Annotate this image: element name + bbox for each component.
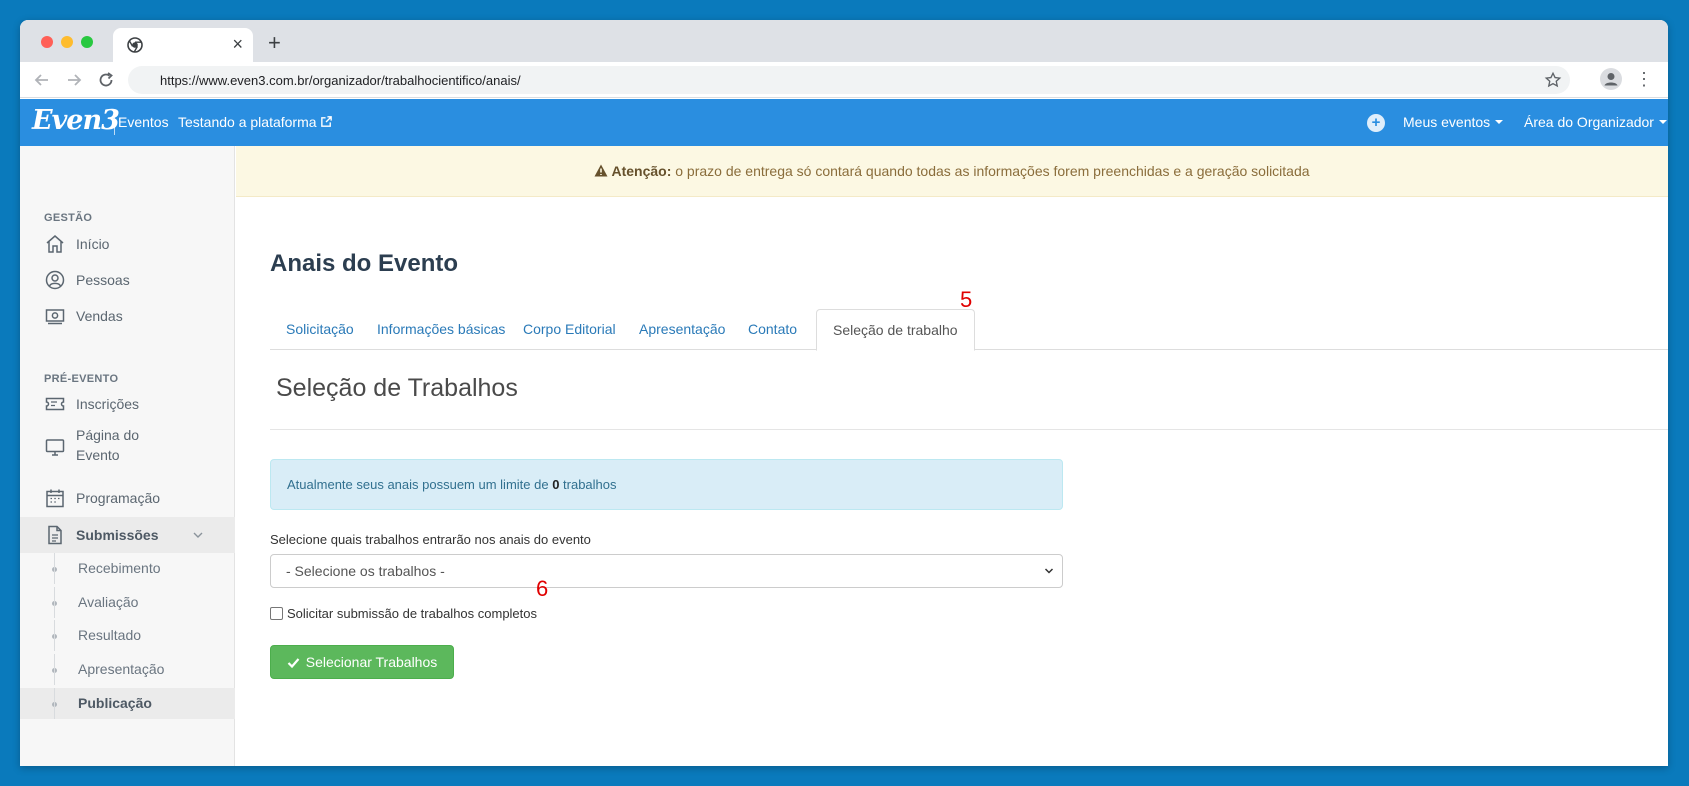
caret-down-icon	[1658, 120, 1667, 124]
main-content: Atenção: o prazo de entrega só contará q…	[236, 146, 1668, 766]
external-link-icon	[320, 116, 332, 127]
chevron-down-icon	[193, 532, 203, 538]
back-arrow-icon[interactable]	[32, 70, 52, 90]
app-header: Even3 Eventos Testando a plataforma + Me…	[20, 99, 1668, 146]
label-line-2: Evento	[76, 447, 120, 463]
reload-icon[interactable]	[96, 70, 116, 90]
test-platform-label: Testando a plataforma	[178, 114, 317, 130]
annotation-marker-6: 6	[536, 576, 549, 601]
close-window-button[interactable]	[41, 36, 53, 48]
sidebar-item-label: Vendas	[76, 308, 123, 324]
home-icon	[46, 235, 64, 253]
select-works-button[interactable]: Selecionar Trabalhos	[270, 645, 454, 679]
sidebar-item-label: Programação	[76, 490, 161, 506]
info-alert: Atualmente seus anais possuem um limite …	[270, 459, 1063, 510]
alert-text: o prazo de entrega só contará quando tod…	[671, 163, 1310, 179]
sidebar-item-label: Inscrições	[76, 396, 140, 412]
minimize-window-button[interactable]	[61, 36, 73, 48]
sidebar-subitem-apresentacao[interactable]: Apresentação	[20, 654, 235, 685]
sidebar-item-label: Início	[76, 236, 110, 252]
sidebar-item-vendas[interactable]: Vendas	[20, 298, 235, 334]
logo-separator	[114, 110, 115, 135]
sidebar: GESTÃO Início Pessoas Vendas PRÉ-EVENTO …	[20, 146, 235, 766]
warning-alert: Atenção: o prazo de entrega só contará q…	[236, 146, 1668, 197]
section-divider	[270, 429, 1668, 430]
address-bar[interactable]: https://www.even3.com.br/organizador/tra…	[128, 66, 1570, 94]
info-suffix: trabalhos	[559, 477, 617, 492]
browser-menu-icon[interactable]: ⋮	[1634, 69, 1654, 91]
tab-corpo-editorial[interactable]: Corpo Editorial	[507, 309, 632, 350]
alert-strong: Atenção:	[611, 163, 672, 179]
document-icon	[48, 525, 62, 545]
tab-apresentacao[interactable]: Apresentação	[623, 309, 741, 350]
even3-logo[interactable]: Even3	[32, 105, 120, 136]
select-works-dropdown[interactable]: - Selecione os trabalhos -	[270, 554, 1063, 588]
sidebar-item-pessoas[interactable]: Pessoas	[20, 262, 235, 298]
sidebar-subitem-publicacao[interactable]: Publicação	[20, 688, 235, 719]
forward-arrow-icon[interactable]	[64, 70, 84, 90]
calendar-icon	[46, 489, 64, 508]
chevron-down-icon	[1044, 568, 1054, 574]
chrome-icon	[127, 37, 143, 53]
url-text: https://www.even3.com.br/organizador/tra…	[160, 73, 521, 88]
money-icon	[45, 309, 65, 325]
maximize-window-button[interactable]	[81, 36, 93, 48]
organizer-area-dropdown[interactable]: Área do Organizador	[1524, 114, 1667, 130]
warning-icon	[594, 164, 608, 177]
new-tab-icon[interactable]: +	[268, 32, 281, 54]
sidebar-section-gestao: GESTÃO	[44, 212, 93, 224]
organizer-area-label: Área do Organizador	[1524, 114, 1654, 130]
browser-tabstrip: × +	[20, 20, 1668, 62]
sidebar-item-label: Pessoas	[76, 272, 130, 288]
sidebar-item-pagina-evento[interactable]: Página do Evento	[20, 425, 235, 469]
browser-tab[interactable]: ×	[113, 28, 253, 62]
user-circle-icon	[45, 270, 65, 290]
tab-informacoes-basicas[interactable]: Informações básicas	[361, 309, 521, 350]
complete-works-checkbox[interactable]	[270, 607, 283, 620]
section-title: Seleção de Trabalhos	[276, 374, 518, 402]
sidebar-item-inicio[interactable]: Início	[20, 226, 235, 262]
sidebar-item-inscricoes[interactable]: Inscrições	[20, 386, 235, 422]
sidebar-item-label: Submissões	[76, 527, 159, 543]
sidebar-item-submissoes[interactable]: Submissões	[20, 517, 235, 553]
browser-toolbar: https://www.even3.com.br/organizador/tra…	[20, 62, 1668, 98]
tab-selecao-trabalho[interactable]: Seleção de trabalho	[816, 309, 975, 351]
label-line-1: Página do	[76, 427, 140, 443]
select-works-label: Selecione quais trabalhos entrarão nos a…	[270, 532, 591, 547]
info-prefix: Atualmente seus anais possuem um limite …	[287, 477, 553, 492]
profile-avatar-icon[interactable]	[1600, 68, 1622, 90]
sidebar-section-pre-evento: PRÉ-EVENTO	[44, 373, 119, 385]
browser-window: × + https://www.even3.com.br/organizador…	[20, 20, 1668, 766]
tab-solicitacao[interactable]: Solicitação	[270, 309, 370, 350]
sidebar-item-programacao[interactable]: Programação	[20, 480, 235, 516]
my-events-dropdown[interactable]: Meus eventos	[1403, 114, 1504, 130]
complete-works-option: Solicitar submissão de trabalhos complet…	[270, 606, 537, 621]
page-title: Anais do Evento	[270, 250, 459, 277]
anais-tabs: Solicitação Informações básicas Corpo Ed…	[270, 309, 1668, 351]
select-works-button-label: Selecionar Trabalhos	[305, 654, 438, 670]
sidebar-subitem-resultado[interactable]: Resultado	[20, 620, 235, 651]
tab-contato[interactable]: Contato	[732, 309, 813, 350]
check-icon	[287, 657, 300, 668]
caret-down-icon	[1495, 120, 1504, 124]
sidebar-subitem-avaliacao[interactable]: Avaliação	[20, 587, 235, 618]
complete-works-label[interactable]: Solicitar submissão de trabalhos complet…	[287, 606, 537, 621]
select-works-value: - Selecione os trabalhos -	[286, 563, 445, 579]
sidebar-subitem-recebimento[interactable]: Recebimento	[20, 553, 235, 584]
monitor-icon	[45, 439, 65, 456]
my-events-label: Meus eventos	[1403, 114, 1491, 130]
sidebar-item-label: Página do Evento	[76, 425, 139, 465]
test-platform-link[interactable]: Testando a plataforma	[178, 114, 333, 130]
add-event-icon[interactable]: +	[1367, 114, 1385, 132]
ticket-icon	[45, 397, 65, 411]
bookmark-star-icon[interactable]	[1544, 71, 1562, 89]
close-tab-icon[interactable]: ×	[232, 34, 243, 54]
events-link[interactable]: Eventos	[118, 114, 169, 130]
